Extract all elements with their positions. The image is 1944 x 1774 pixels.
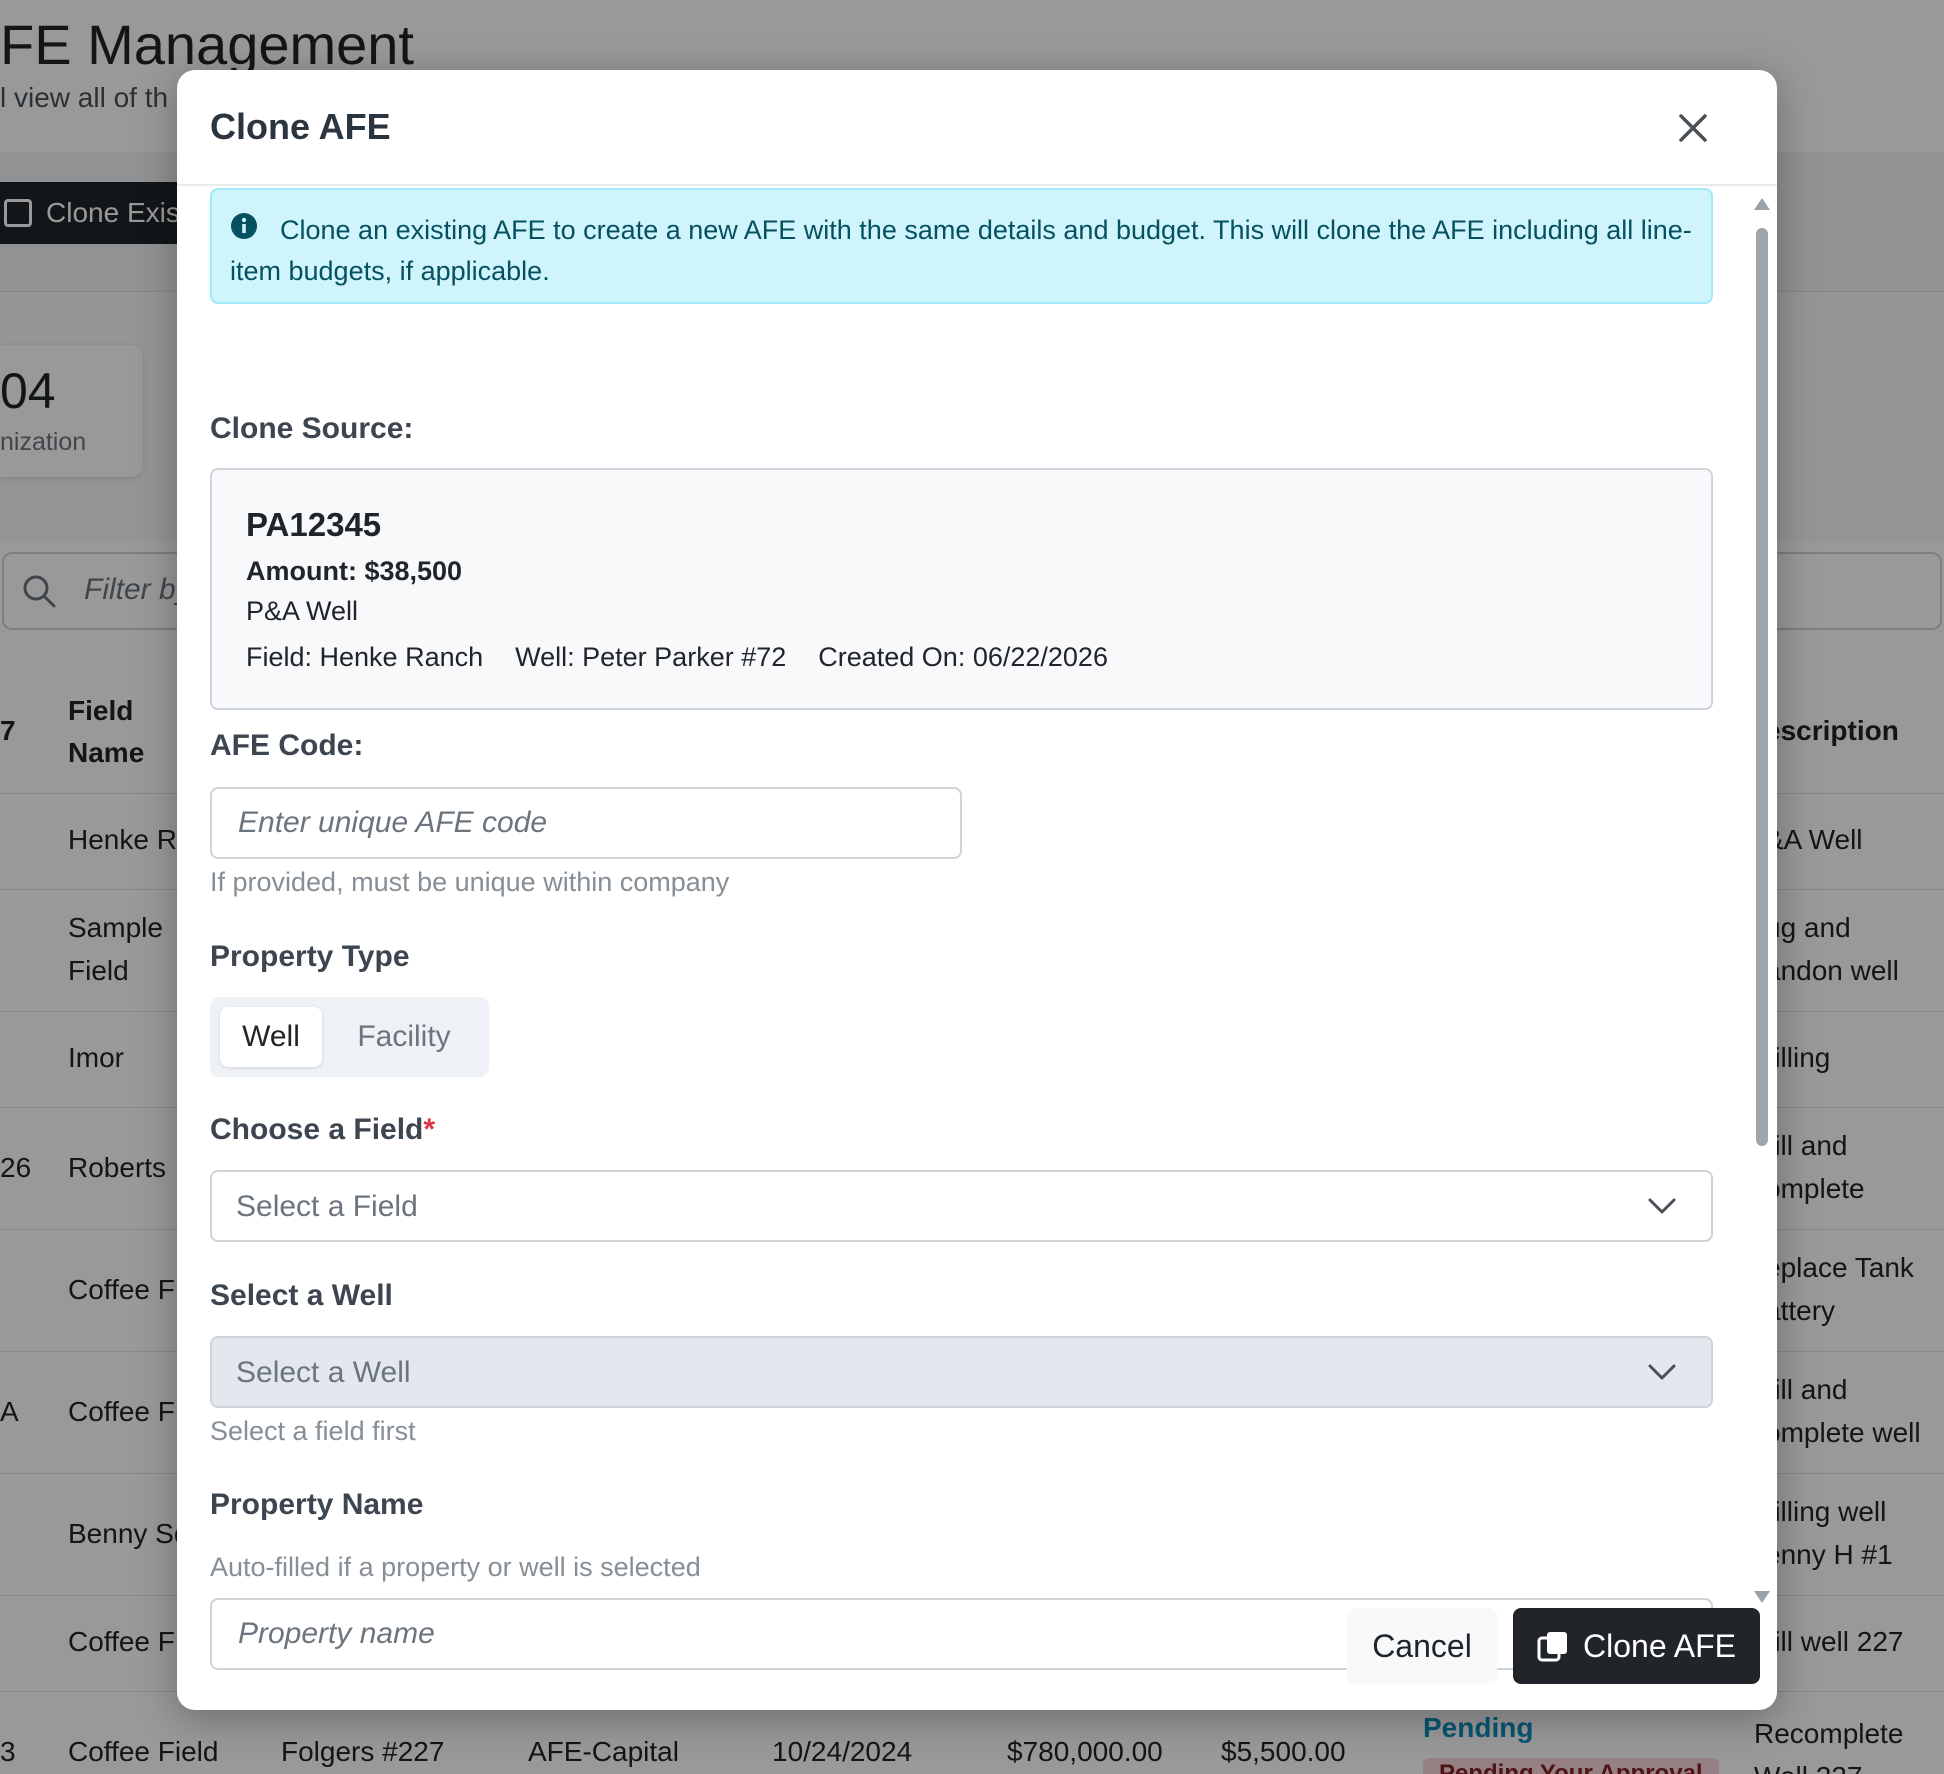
cancel-button[interactable]: Cancel [1347, 1608, 1497, 1684]
chevron-down-icon [1648, 1198, 1676, 1214]
clone-source-label: Clone Source: [210, 412, 414, 445]
property-type-label: Property Type [210, 940, 410, 973]
required-mark: * [423, 1113, 436, 1146]
close-icon[interactable] [1671, 106, 1715, 150]
property-name-label: Property Name [210, 1488, 424, 1521]
clone-source-card: PA12345 Amount: $38,500 P&A Well Field: … [210, 468, 1713, 710]
scroll-down-arrow-icon[interactable] [1754, 1591, 1770, 1603]
property-type-well[interactable]: Well [220, 1007, 322, 1067]
clone-afe-modal: Clone AFE Clone an existing AFE to creat… [177, 70, 1777, 1710]
source-type: P&A Well [246, 596, 359, 626]
modal-header: Clone AFE [177, 70, 1777, 186]
scrollbar-thumb[interactable] [1756, 228, 1768, 1146]
clone-afe-button[interactable]: Clone AFE [1513, 1608, 1760, 1684]
clone-afe-button-label: Clone AFE [1583, 1627, 1736, 1664]
source-field: Field: Henke Ranch [246, 642, 484, 672]
chevron-down-icon [1648, 1364, 1676, 1380]
afe-code-field[interactable] [210, 787, 962, 859]
source-well: Well: Peter Parker #72 [515, 642, 787, 672]
source-afe-code: PA12345 [246, 506, 382, 543]
source-amount: Amount: $38,500 [246, 556, 463, 586]
modal-scrollbar[interactable] [1747, 188, 1777, 1668]
modal-title: Clone AFE [210, 106, 391, 147]
field-select[interactable]: Select a Field [210, 1170, 1713, 1242]
copy-icon [1537, 1632, 1568, 1662]
property-type-toggle: Well Facility [210, 997, 489, 1077]
afe-code-help: If provided, must be unique within compa… [210, 867, 730, 897]
field-select-value: Select a Field [236, 1190, 418, 1223]
scroll-up-arrow-icon[interactable] [1754, 198, 1770, 210]
modal-body: Clone an existing AFE to create a new AF… [177, 188, 1747, 1670]
source-meta: Field: Henke Ranch Well: Peter Parker #7… [246, 642, 1108, 673]
well-select-value: Select a Well [236, 1356, 411, 1389]
well-select: Select a Well [210, 1336, 1713, 1408]
afe-code-input[interactable] [212, 789, 960, 857]
source-created: Created On: 06/22/2026 [818, 642, 1108, 672]
info-alert: Clone an existing AFE to create a new AF… [210, 188, 1713, 304]
choose-field-label-text: Choose a Field [210, 1113, 424, 1146]
property-name-help: Auto-filled if a property or well is sel… [210, 1552, 701, 1582]
well-help: Select a field first [210, 1416, 416, 1446]
select-well-label: Select a Well [210, 1279, 393, 1312]
property-type-facility[interactable]: Facility [334, 1007, 474, 1067]
afe-code-label: AFE Code: [210, 729, 364, 762]
info-text: Clone an existing AFE to create a new AF… [230, 215, 1692, 286]
choose-field-label: Choose a Field* [210, 1113, 435, 1147]
